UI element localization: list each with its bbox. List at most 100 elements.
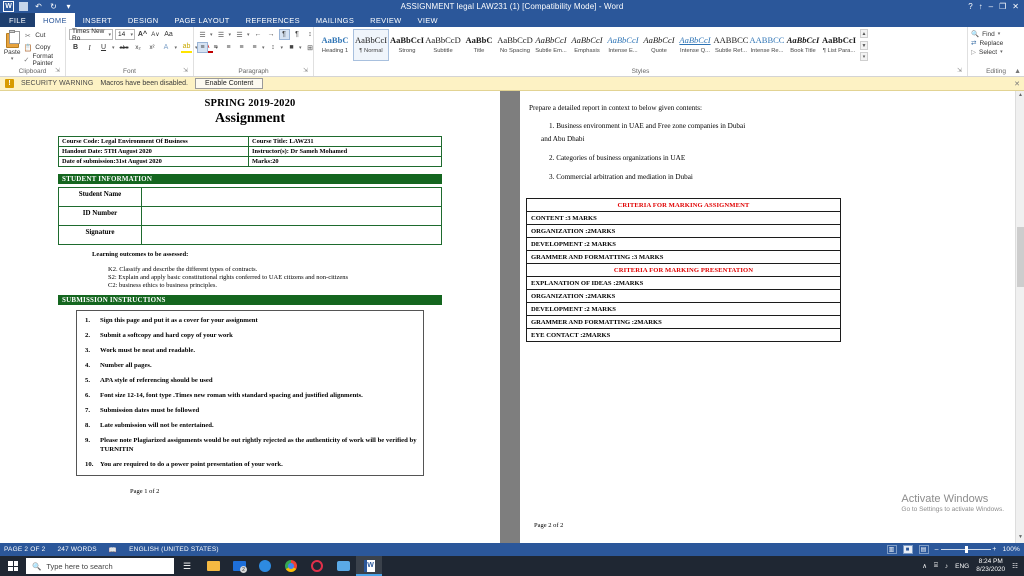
student-field-value[interactable] [141,206,442,226]
tab-mailings[interactable]: MAILINGS [308,13,362,27]
clipboard-dialog-launcher-icon[interactable]: ⇲ [55,67,60,76]
web-layout-button[interactable]: ▤ [918,545,929,554]
zoom-in-button[interactable]: + [992,546,996,553]
align-center-button[interactable]: ≡ [210,42,221,53]
justify-button[interactable]: ≡ [236,42,247,53]
student-information-table[interactable]: Student Name ID Number Signature [58,187,442,245]
notifications-icon[interactable]: ☷ [1012,562,1018,570]
proofing-icon[interactable]: 📖 [109,546,117,554]
copy-button[interactable]: 📋 Copy [23,42,62,53]
subscript-button[interactable]: x₂ [133,42,144,53]
find-button[interactable]: 🔍 Find ▾ [971,30,1002,39]
find-chevron-icon[interactable]: ▾ [998,31,1002,37]
vertical-scrollbar[interactable]: ▲ ▼ [1015,91,1024,543]
distributed-button[interactable]: ≡ [249,42,260,53]
collapse-ribbon-icon[interactable]: ▲ [1014,68,1021,75]
minimize-button[interactable]: – [989,2,993,11]
style-subtitle[interactable]: AaBbCcD Subtitle [425,29,461,61]
start-button[interactable] [0,556,26,576]
select-button[interactable]: ▷ Select ▾ [971,48,1004,57]
zoom-level[interactable]: 100% [1003,546,1020,553]
italic-button[interactable]: I [84,42,95,53]
underline-button[interactable]: U [98,42,109,53]
text-effects-button[interactable]: A [161,42,172,53]
text-effects-chevron-icon[interactable]: ▾ [175,45,179,51]
styles-scroll-down-icon[interactable]: ▼ [860,40,868,50]
align-left-button[interactable]: ≡ [197,42,208,53]
style-emphasis[interactable]: AaBbCcI Emphasis [569,29,605,61]
enable-content-button[interactable]: Enable Content [194,78,264,89]
file-explorer-icon[interactable] [200,556,226,576]
style-intense-re[interactable]: AABBCC Intense Re... [749,29,785,61]
scroll-down-icon[interactable]: ▼ [1017,534,1024,542]
increase-indent-button[interactable]: → [266,29,277,40]
bullets-chevron-icon[interactable]: ▾ [210,32,214,38]
scroll-up-icon[interactable]: ▲ [1017,92,1024,100]
ltr-text-direction-button[interactable]: ¶ [278,29,290,40]
close-button[interactable]: ✕ [1012,2,1019,11]
edge-icon[interactable] [252,556,278,576]
style-intense-e[interactable]: AaBbCcI Intense E... [605,29,641,61]
style-strong[interactable]: AaBbCcI Strong [389,29,425,61]
scrollbar-thumb[interactable] [1017,226,1024,287]
paragraph-dialog-launcher-icon[interactable]: ⇲ [303,67,308,76]
shading-chevron-icon[interactable]: ▾ [299,45,303,51]
style-quote[interactable]: AaBbCcI Quote [641,29,677,61]
replace-button[interactable]: ⇄ Replace [971,39,1003,48]
tab-view[interactable]: VIEW [410,13,446,27]
font-dialog-launcher-icon[interactable]: ⇲ [183,67,188,76]
style-normal[interactable]: AaBbCcI ¶ Normal [353,29,389,61]
multilevel-list-button[interactable]: ☰ [234,29,245,40]
tab-page-layout[interactable]: PAGE LAYOUT [166,13,237,27]
chrome-icon[interactable] [278,556,304,576]
undo-icon[interactable]: ↶ [33,1,44,12]
styles-dialog-launcher-icon[interactable]: ⇲ [957,67,962,76]
line-spacing-chevron-icon[interactable]: ▾ [281,45,285,51]
zoom-out-button[interactable]: – [935,546,939,553]
page-indicator[interactable]: PAGE 2 OF 2 [4,546,45,553]
student-field-value[interactable] [141,225,442,245]
rtl-text-direction-button[interactable]: ¶ [292,29,303,40]
task-view-icon[interactable]: ☰ [174,556,200,576]
style-heading-1[interactable]: AaBbC Heading 1 [317,29,353,61]
style-list-para[interactable]: AaBbCcI ¶ List Para... [821,29,857,61]
numbering-chevron-icon[interactable]: ▾ [229,32,233,38]
font-name-input[interactable]: Times New Ro ▾ [69,28,113,42]
network-icon[interactable]: ⌸ [934,562,938,570]
zoom-slider[interactable]: – + [935,545,997,554]
styles-scroll-up-icon[interactable]: ▲ [860,29,868,38]
style-book-title[interactable]: AaBbCcI Book Title [785,29,821,61]
read-mode-button[interactable]: ▥ [886,545,897,554]
maximize-button[interactable]: ❐ [999,2,1006,11]
styles-gallery-scroll[interactable]: ▲ ▼ ▾ [860,29,868,61]
align-right-button[interactable]: ≡ [223,42,234,53]
font-size-input[interactable]: 14 ▾ [115,29,135,40]
word-icon[interactable]: W [356,556,382,576]
tab-references[interactable]: REFERENCES [238,13,308,27]
save-icon[interactable] [18,1,29,12]
tab-review[interactable]: REVIEW [362,13,409,27]
zoom-slider-knob[interactable] [964,546,968,553]
student-field-value[interactable] [141,187,442,207]
grow-font-button[interactable]: A^ [137,29,148,40]
strikethrough-button[interactable]: abc [119,42,130,53]
tray-chevron-icon[interactable]: ∧ [922,562,927,570]
search-input[interactable]: 🔍 Type here to search [26,558,174,574]
format-painter-button[interactable]: ✓ Format Painter [23,53,62,67]
ribbon-display-options-icon[interactable]: ↑ [979,2,983,11]
tab-insert[interactable]: INSERT [75,13,120,27]
style-no-spacing[interactable]: AaBbCcD No Spacing [497,29,533,61]
superscript-button[interactable]: x² [147,42,158,53]
decrease-indent-button[interactable]: ← [253,29,264,40]
line-spacing-button[interactable]: ↕ [268,42,279,53]
numbering-button[interactable]: ☰ [216,29,227,40]
highlight-button[interactable]: ab [181,42,193,53]
customize-qat-icon[interactable]: ▾ [63,1,74,12]
chevron-down-icon[interactable]: ▾ [108,32,112,38]
clock[interactable]: 8:24 PM 8/23/2020 [976,558,1005,574]
language-icon[interactable]: ENG [955,563,969,570]
close-icon[interactable]: ✕ [1014,80,1020,88]
select-chevron-icon[interactable]: ▾ [1000,49,1004,55]
tab-design[interactable]: DESIGN [120,13,167,27]
tab-file[interactable]: FILE [0,13,36,27]
